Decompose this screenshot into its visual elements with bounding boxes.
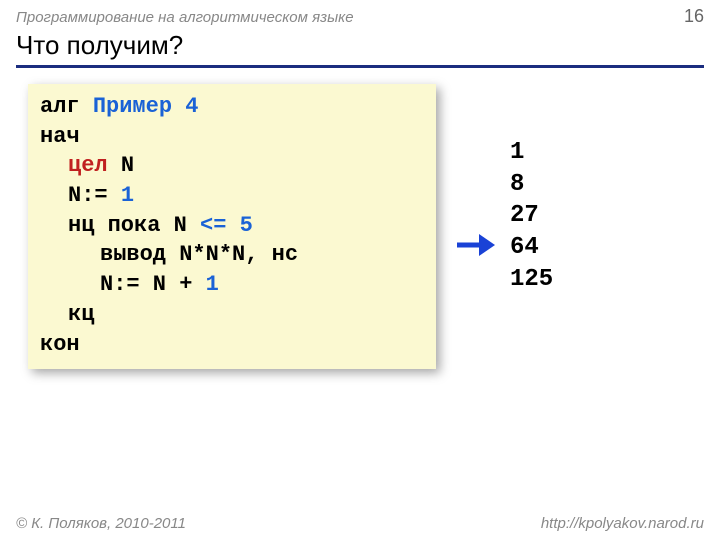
- subject-label: Программирование на алгоритмическом язык…: [16, 9, 354, 26]
- code-line-7: N:= N + 1: [40, 270, 424, 300]
- top-bar: Программирование на алгоритмическом язык…: [16, 6, 704, 27]
- kw-tsel: цел: [68, 153, 121, 178]
- page-number: 16: [684, 6, 704, 27]
- num-1a: 1: [121, 183, 134, 208]
- op-plus: +: [166, 272, 206, 297]
- code-line-3: цел N: [40, 151, 424, 181]
- kw-nts-poka: нц пока N: [68, 213, 200, 238]
- output-line-5: 125: [510, 264, 553, 296]
- code-line-9: кон: [40, 330, 424, 360]
- footer: © К. Поляков, 2010-2011 http://kpolyakov…: [16, 515, 704, 532]
- assign-lhs-1: N:=: [68, 183, 121, 208]
- copyright: © К. Поляков, 2010-2011: [16, 515, 186, 532]
- output-line-2: 8: [510, 169, 553, 201]
- num-5: 5: [240, 213, 253, 238]
- code-line-8: кц: [40, 300, 424, 330]
- output-block: 1 8 27 64 125: [510, 137, 553, 295]
- algo-name: Пример 4: [93, 94, 199, 119]
- code-block: алг Пример 4 нач цел N N:= 1 нц пока N <…: [28, 84, 436, 369]
- slide-title: Что получим?: [16, 30, 704, 68]
- output-line-1: 1: [510, 137, 553, 169]
- code-line-2: нач: [40, 122, 424, 152]
- arrow-right-icon: [455, 230, 495, 260]
- code-line-6: вывод N*N*N, нс: [40, 240, 424, 270]
- site-url: http://kpolyakov.narod.ru: [541, 515, 704, 532]
- var-n-1: N: [121, 153, 134, 178]
- output-line-4: 64: [510, 232, 553, 264]
- kw-alg: алг: [40, 94, 93, 119]
- code-line-1: алг Пример 4: [40, 92, 424, 122]
- kw-kon: кон: [40, 332, 80, 357]
- assign-lhs-2: N:= N: [100, 272, 166, 297]
- kw-nach: нач: [40, 124, 80, 149]
- kw-kts: кц: [68, 302, 94, 327]
- num-1b: 1: [206, 272, 219, 297]
- code-line-5: нц пока N <= 5: [40, 211, 424, 241]
- output-line-3: 27: [510, 200, 553, 232]
- code-line-4: N:= 1: [40, 181, 424, 211]
- op-le: <=: [200, 213, 240, 238]
- kw-vyvod: вывод N*N*N, нс: [100, 242, 298, 267]
